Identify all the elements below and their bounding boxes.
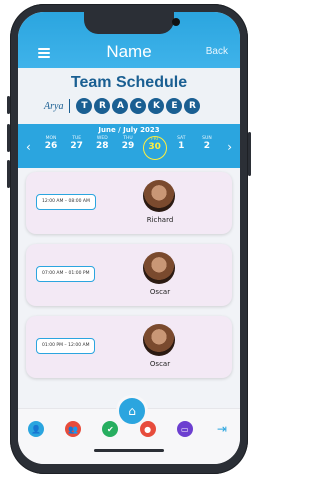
phone-button [7,124,10,152]
phone-button [7,96,10,114]
back-button[interactable]: Back [206,46,228,57]
week-calendar: June / July 2023 ‹ › MON 26 TUE 27 WED 28 THU 2… [18,124,240,168]
day-date: 1 [178,141,185,151]
pill-icon[interactable]: ● [139,421,156,437]
phone-button [248,132,251,176]
brand-area: Team Schedule Arya TRACKER [18,68,240,124]
person-check-icon[interactable]: ✔ [102,421,119,437]
schedule-card[interactable]: 01:00 PM – 12:00 AM Oscar [26,316,232,378]
calendar-month: June / July 2023 [98,126,160,134]
shift-time-badge: 07:00 AM – 01:00 PM [36,266,96,282]
profile-icon[interactable]: 👤 [28,421,44,437]
day-date: 28 [96,141,109,151]
bottom-nav-icons: 👤 👥 ✔ ● ▭ ⇥ [28,421,230,437]
day-date: 29 [121,141,135,151]
group-icon[interactable]: 👥 [65,421,82,437]
team-schedule-title: Team Schedule [70,74,188,91]
calendar-day[interactable]: TUE 27 [66,136,88,160]
employee-name: Oscar [149,288,171,296]
schedule-card[interactable]: 12:00 AM – 08:00 AM Richard [26,172,232,234]
next-week-icon[interactable]: › [227,140,232,154]
tracker-letter: T [76,98,93,114]
avatar [143,180,175,212]
day-date: 30 [148,142,161,152]
shift-time-badge: 12:00 AM – 08:00 AM [36,194,96,210]
tracker-letter: E [166,98,183,114]
day-of-week: MON [45,136,57,141]
tracker-letter: R [94,98,111,114]
day-of-week: WED [96,136,108,141]
day-of-week: SUN [202,136,212,141]
prev-week-icon[interactable]: ‹ [26,140,31,154]
tracker-letter: R [184,98,201,114]
day-of-week: SAT [177,136,186,141]
app-screen: Name Back Team Schedule Arya TRACKER Jun… [18,12,240,464]
bottom-navigation: ⌂ 👤 👥 ✔ ● ▭ ⇥ [18,395,240,464]
logout-icon[interactable]: ⇥ [214,421,230,437]
logo-separator [69,99,71,113]
calendar-days: MON 26 TUE 27 WED 28 THU 29 FRI 30 SAT 1 SUN 2 [40,136,218,160]
calendar-day[interactable]: FRI 30 [142,136,167,160]
employee-name: Richard [146,216,174,224]
camera-dot [172,18,180,26]
employee-name: Oscar [149,360,171,368]
day-of-week: FRI [151,137,159,142]
day-date: 26 [44,141,58,151]
calendar-day[interactable]: SUN 2 [196,136,218,160]
top-app-bar: Name Back [18,12,240,68]
calendar-day[interactable]: THU 29 [117,136,139,160]
notch [84,12,174,34]
avatar [143,324,175,356]
arya-logo-text: Arya [44,100,64,112]
calendar-day[interactable]: SAT 1 [170,136,192,160]
tracker-letters: TRACKER [76,98,202,114]
home-indicator [94,449,164,452]
shift-time-badge: 01:00 PM – 12:00 AM [36,338,96,354]
day-of-week: TUE [72,136,82,141]
tracker-letter: A [112,98,129,114]
day-date: 2 [203,141,211,151]
day-date: 27 [70,141,83,151]
phone-button [7,160,10,188]
schedule-list: 12:00 AM – 08:00 AM Richard 07:00 AM – 01:… [18,168,240,408]
day-of-week: THU [123,136,133,141]
schedule-card[interactable]: 07:00 AM – 01:00 PM Oscar [26,244,232,306]
calendar-day[interactable]: MON 26 [40,136,62,160]
bed-icon[interactable]: ▭ [176,421,193,437]
avatar [143,252,175,284]
tracker-letter: K [148,98,165,114]
tracker-logo: Arya TRACKER [44,96,202,116]
tracker-letter: C [130,98,147,114]
calendar-day[interactable]: WED 28 [91,136,113,160]
